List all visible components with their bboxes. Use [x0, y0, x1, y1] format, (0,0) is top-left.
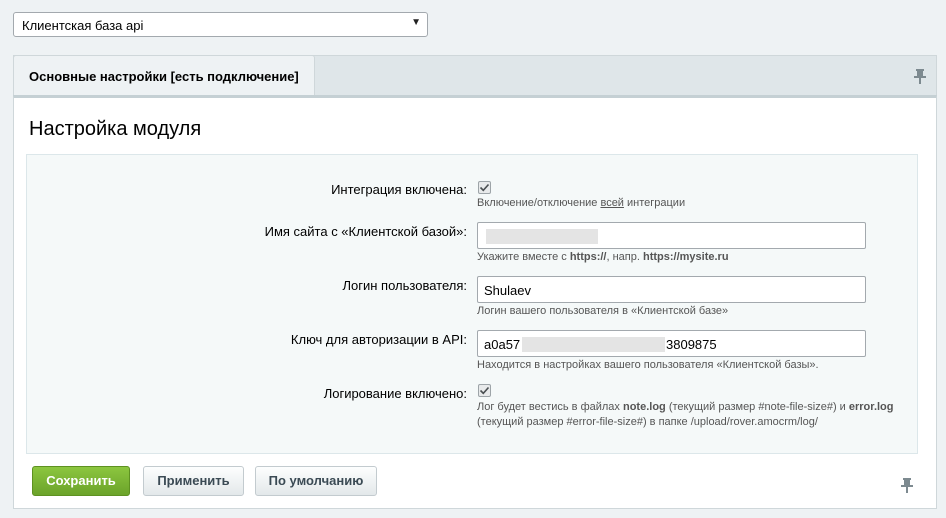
site-name-input[interactable] — [477, 222, 866, 249]
save-button[interactable]: Сохранить — [32, 466, 130, 496]
site-select[interactable]: Клиентская база api ▼ — [13, 12, 428, 37]
tab-bar: Основные настройки [есть подключение] — [13, 55, 937, 95]
checkmark-icon — [479, 183, 490, 192]
login-input[interactable]: Shulaev — [477, 276, 866, 303]
api-key-hint: Находится в настройках вашего пользовате… — [477, 359, 819, 371]
login-value: Shulaev — [484, 283, 531, 298]
logging-checkbox[interactable] — [478, 384, 491, 397]
api-key-value-start: a0a57 — [484, 337, 521, 352]
integration-label: Интеграция включена: — [331, 182, 467, 197]
page-title: Настройка модуля — [29, 118, 202, 140]
default-button[interactable]: По умолчанию — [255, 466, 377, 496]
api-key-input[interactable]: a0a57 3809875 — [477, 330, 866, 357]
integration-hint: Включение/отключение всей интеграции — [477, 197, 686, 209]
settings-form: Интеграция включена: Включение/отключени… — [26, 154, 918, 454]
site-name-hint: Укажите вместе с https://, напр. https:/… — [477, 251, 729, 263]
site-select-value: Клиентская база api — [22, 18, 144, 33]
site-name-label: Имя сайта с «Клиентской базой»: — [264, 224, 467, 239]
tab-main-settings-label: Основные настройки [есть подключение] — [29, 69, 299, 84]
settings-panel: Настройка модуля Интеграция включена: Вк… — [13, 95, 937, 509]
integration-checkbox[interactable] — [478, 181, 491, 194]
pin-icon[interactable] — [900, 477, 914, 493]
redacted-value — [522, 337, 665, 352]
api-key-value-end: 3809875 — [666, 337, 717, 352]
logging-hint: Лог будет вестись в файлах note.log (тек… — [477, 401, 894, 413]
triangle-down-icon: ▼ — [411, 17, 421, 28]
logging-label: Логирование включено: — [323, 386, 467, 401]
api-key-label: Ключ для авторизации в API: — [290, 332, 467, 347]
pin-icon[interactable] — [913, 68, 927, 84]
logging-hint-line2: (текущий размер #error-file-size#) в пап… — [477, 416, 818, 428]
redacted-value — [486, 229, 598, 244]
login-hint: Логин вашего пользователя в «Клиентской … — [477, 305, 729, 317]
apply-button[interactable]: Применить — [143, 466, 244, 496]
login-label: Логин пользователя: — [342, 278, 468, 293]
tab-main-settings[interactable]: Основные настройки [есть подключение] — [13, 55, 315, 95]
checkmark-icon — [479, 386, 490, 395]
